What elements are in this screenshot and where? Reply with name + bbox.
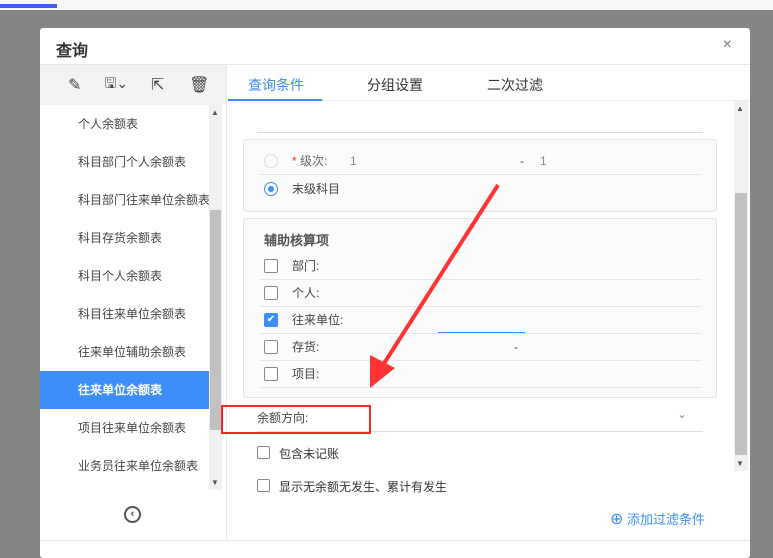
arrow-shaft <box>381 183 500 367</box>
arrow-head <box>370 355 395 388</box>
annotation-arrow <box>370 183 500 388</box>
